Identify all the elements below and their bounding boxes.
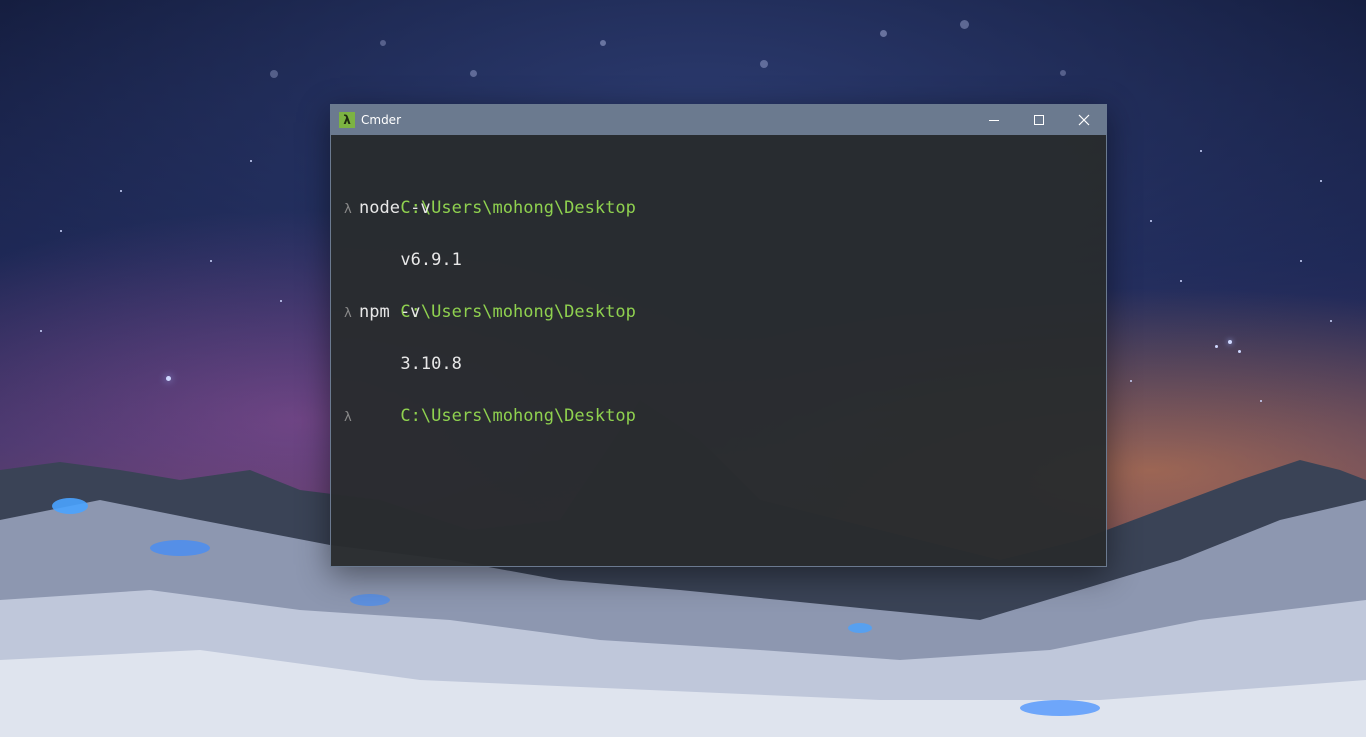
prompt-path: C:\Users\mohong\Desktop (400, 302, 636, 322)
console-line: 3.10.8 (339, 325, 1106, 374)
command-output: v6.9.1 (400, 250, 462, 270)
prompt-lambda-icon: λ (344, 410, 352, 425)
console-line: C:\Users\mohong\Desktop (339, 273, 1106, 322)
minimize-button[interactable] (971, 105, 1016, 135)
close-button[interactable] (1061, 105, 1106, 135)
close-icon (1078, 114, 1089, 126)
command-text: node -v (359, 198, 431, 218)
title-bar[interactable]: λ Cmder (331, 105, 1106, 135)
window-title: Cmder (361, 113, 402, 127)
command-output: 3.10.8 (400, 354, 462, 374)
minimize-icon (988, 120, 999, 121)
window-controls (971, 105, 1106, 135)
maximize-icon (1033, 115, 1044, 125)
prompt-lambda-icon: λ (344, 306, 352, 321)
console-line: C:\Users\mohong\Desktop (339, 169, 1106, 218)
cmder-lambda-icon: λ (339, 112, 355, 128)
console-line: C:\Users\mohong\Desktop (339, 377, 1106, 426)
cmder-window: λ Cmder C:\Users\mohong\Desktop λ node -… (330, 104, 1107, 567)
command-text: npm -v (359, 302, 421, 322)
console-line: v6.9.1 (339, 221, 1106, 270)
prompt-path: C:\Users\mohong\Desktop (400, 198, 636, 218)
maximize-button[interactable] (1016, 105, 1061, 135)
console-output-area[interactable]: C:\Users\mohong\Desktop λ node -v v6.9.1 … (331, 135, 1106, 566)
prompt-path: C:\Users\mohong\Desktop (400, 406, 636, 426)
prompt-lambda-icon: λ (344, 202, 352, 217)
